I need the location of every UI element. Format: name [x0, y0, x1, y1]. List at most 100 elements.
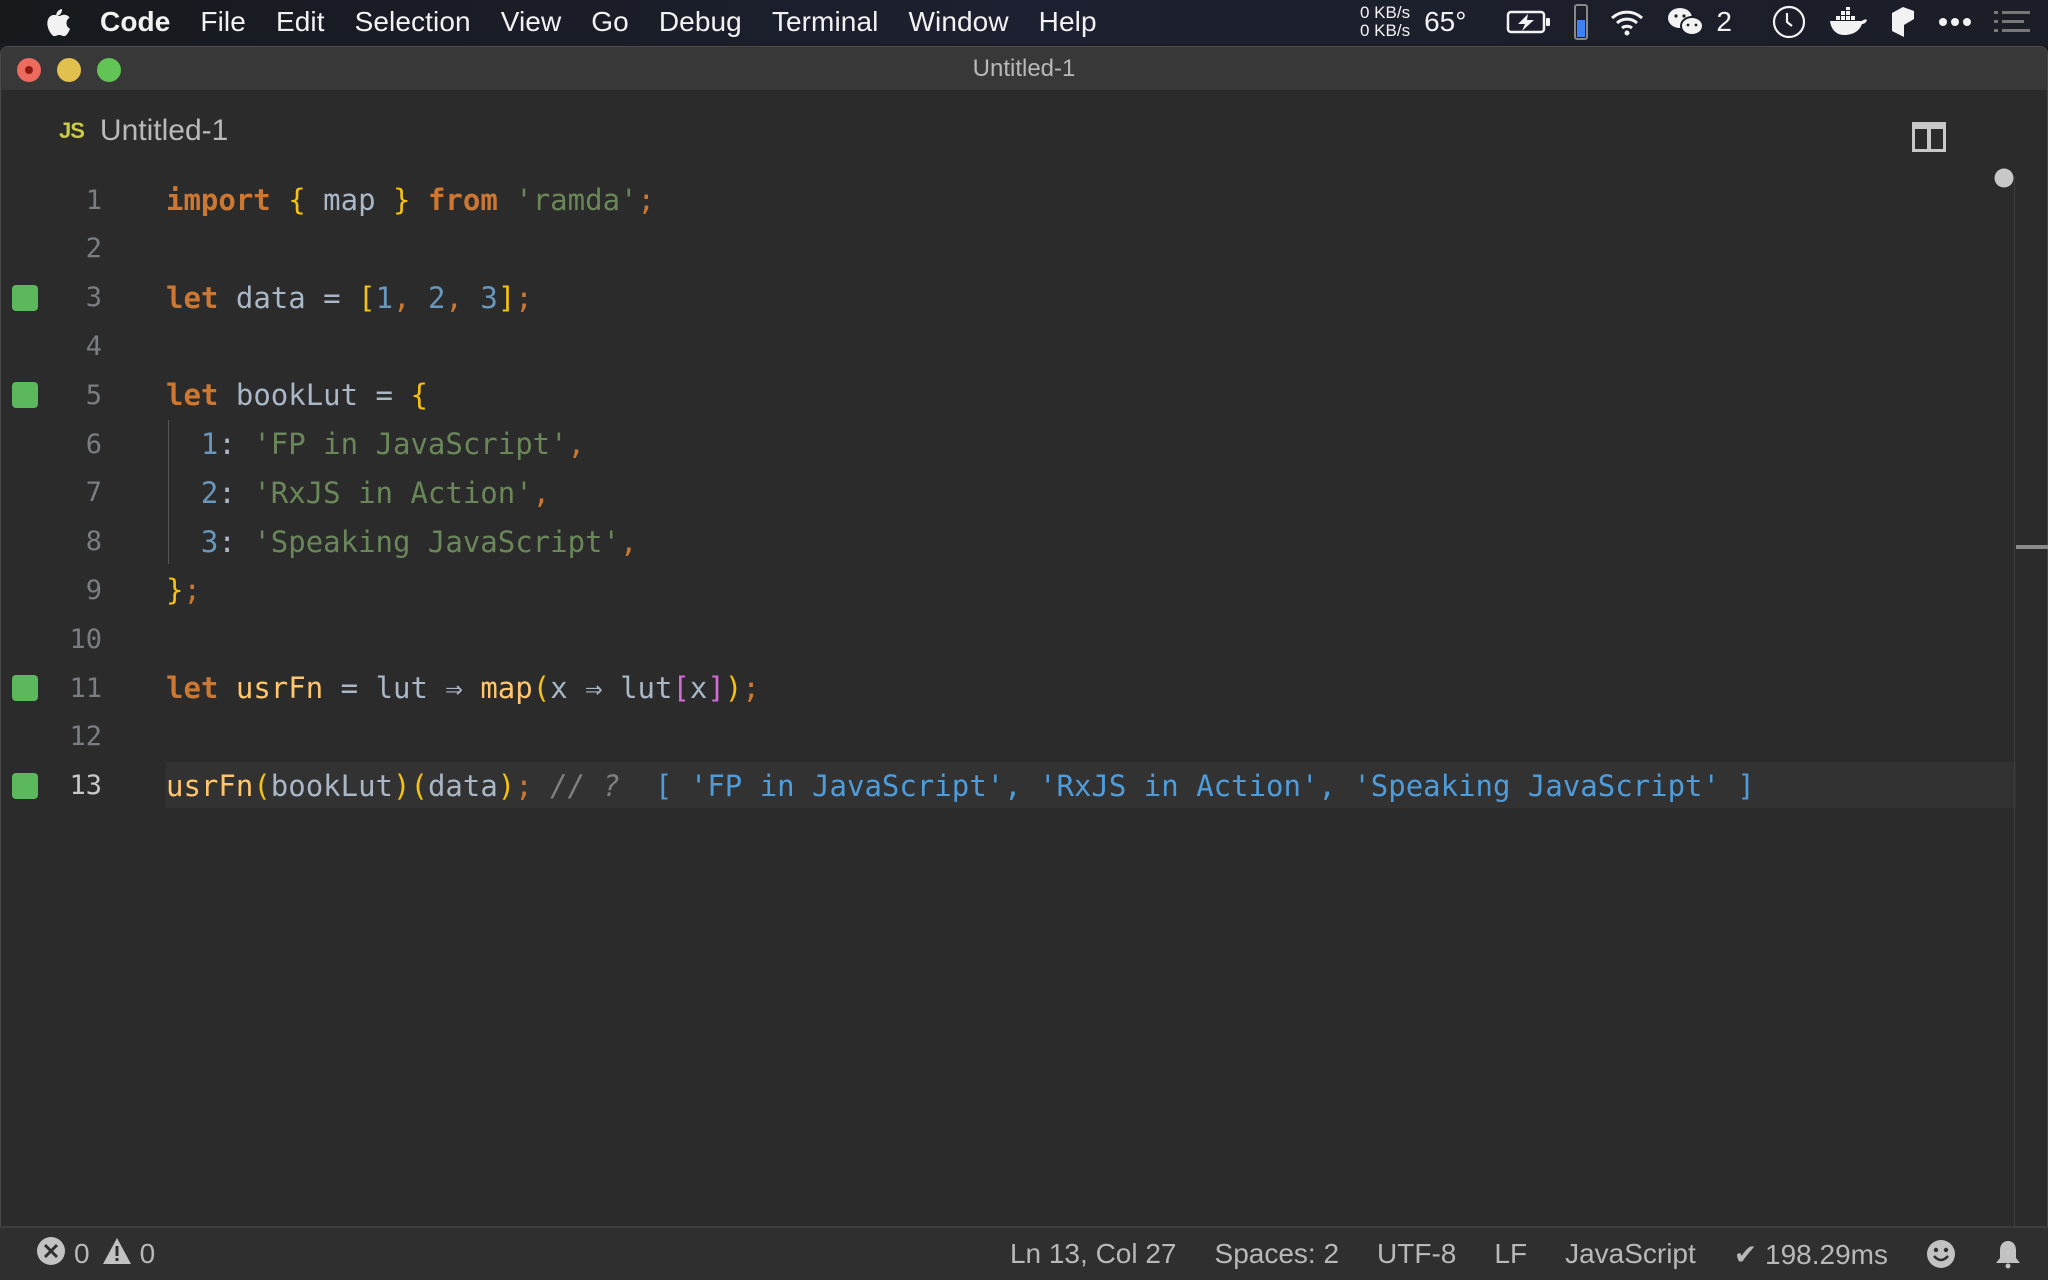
menu-help[interactable]: Help — [1039, 6, 1097, 38]
code-text[interactable]: 2: 'RxJS in Action', — [166, 476, 550, 510]
code-text[interactable]: usrFn(bookLut)(data); // ? [ 'FP in Java… — [166, 769, 1755, 803]
notification-list-icon[interactable] — [1994, 10, 2030, 34]
code-text[interactable]: 1: 'FP in JavaScript', — [166, 427, 585, 461]
file-encoding[interactable]: UTF-8 — [1377, 1238, 1456, 1270]
code-line[interactable]: 13 usrFn(bookLut)(data); // ? [ 'FP in Ja… — [0, 761, 2016, 810]
menu-debug[interactable]: Debug — [659, 6, 742, 38]
code-line[interactable]: 1 import { map } from 'ramda'; — [0, 176, 2016, 224]
line-number: 1 — [85, 184, 102, 216]
memory-gauge-icon[interactable] — [1574, 4, 1589, 40]
indentation-setting[interactable]: Spaces: 2 — [1215, 1238, 1340, 1270]
code-token: 'RxJS in Action' — [253, 475, 533, 510]
code-line[interactable]: 12 — [0, 713, 2016, 761]
code-token: bookLut — [270, 768, 393, 803]
code-token: ] — [707, 671, 725, 705]
battery-charging-icon[interactable] — [1506, 9, 1552, 35]
coverage-marker-icon[interactable] — [12, 772, 38, 799]
code-editor[interactable]: 1 import { map } from 'ramda'; 2 3 let data … — [0, 176, 2016, 1226]
code-token: , — [393, 280, 428, 315]
code-line[interactable]: 6 1: 'FP in JavaScript', — [0, 420, 2016, 468]
code-token: = — [305, 280, 359, 315]
menu-terminal[interactable]: Terminal — [772, 6, 879, 38]
code-token: ) — [724, 671, 743, 705]
code-token: let — [166, 671, 219, 705]
wechat-icon[interactable]: 2 — [1666, 6, 1732, 38]
code-text[interactable]: let bookLut = { — [166, 378, 428, 412]
code-token: 'ramda' — [515, 183, 638, 217]
network-speed[interactable]: 0 KB/s 0 KB/s — [1360, 4, 1410, 40]
code-text[interactable]: import { map } from 'ramda'; — [166, 183, 655, 217]
code-line[interactable]: 8 3: 'Speaking JavaScript', — [0, 518, 2016, 566]
code-text[interactable]: 3: 'Speaking JavaScript', — [166, 524, 638, 559]
code-line[interactable]: 11 let usrFn = lut ⇒ map(x ⇒ lut[x]); — [0, 664, 2016, 712]
code-token: ) — [497, 768, 516, 803]
code-text[interactable]: let usrFn = lut ⇒ map(x ⇒ lut[x]); — [166, 671, 760, 705]
menu-go[interactable]: Go — [591, 6, 629, 38]
code-line[interactable]: 4 — [0, 322, 2016, 370]
line-number: 13 — [69, 770, 102, 802]
code-token: } — [393, 183, 411, 217]
window-close-button[interactable] — [17, 58, 41, 82]
code-token: 3 — [480, 280, 498, 315]
code-line[interactable]: 3 let data = [1, 2, 3]; — [0, 274, 2016, 322]
end-of-line[interactable]: LF — [1494, 1238, 1527, 1270]
wifi-icon[interactable] — [1610, 8, 1644, 36]
docker-icon[interactable] — [1828, 7, 1868, 37]
apple-menu-icon[interactable] — [42, 5, 72, 39]
line-number: 3 — [85, 282, 102, 314]
coverage-marker-icon[interactable] — [12, 284, 38, 311]
net-download: 0 KB/s — [1359, 21, 1411, 40]
code-token: data — [235, 280, 306, 315]
code-line[interactable]: 5 let bookLut = { — [0, 371, 2016, 419]
menu-edit[interactable]: Edit — [276, 6, 325, 38]
window-minimize-button[interactable] — [57, 58, 81, 82]
code-token: ; — [515, 768, 533, 803]
menu-window[interactable]: Window — [908, 6, 1008, 38]
menu-selection[interactable]: Selection — [355, 6, 471, 38]
code-token: ; — [742, 671, 760, 705]
language-mode[interactable]: JavaScript — [1565, 1238, 1696, 1270]
code-line[interactable]: 9}; — [0, 566, 2016, 614]
window-titlebar[interactable]: Untitled-1 — [1, 47, 2047, 91]
coverage-marker-icon[interactable] — [12, 382, 38, 409]
code-line[interactable]: 10 — [0, 615, 2016, 663]
app-icon[interactable] — [1890, 5, 1916, 39]
window-maximize-button[interactable] — [97, 58, 121, 82]
split-editor-icon[interactable] — [1911, 121, 1947, 153]
more-icon[interactable] — [1938, 17, 1972, 27]
scrollbar-cursor-marker[interactable] — [2016, 545, 2048, 549]
code-token: [ — [358, 280, 376, 315]
code-text[interactable]: let data = [1, 2, 3]; — [166, 281, 533, 315]
code-token: bookLut — [235, 378, 359, 413]
code-token: lut — [375, 671, 428, 705]
traffic-lights — [17, 58, 137, 82]
code-line[interactable]: 7 2: 'RxJS in Action', — [0, 469, 2016, 517]
notifications-bell-icon[interactable] — [1994, 1239, 2022, 1269]
overview-ruler[interactable] — [2014, 176, 2015, 1226]
code-text[interactable]: }; — [166, 573, 201, 607]
cursor-position[interactable]: Ln 13, Col 27 — [1010, 1238, 1177, 1270]
code-token: 1 — [375, 280, 394, 315]
code-token: 3 — [200, 524, 219, 559]
window-title: Untitled-1 — [972, 54, 1076, 82]
editor-tab-bar: JS Untitled-1 — [1, 91, 2047, 177]
code-token: } — [166, 573, 184, 608]
code-token: : — [218, 524, 254, 559]
feedback-smiley-icon[interactable] — [1926, 1239, 1956, 1269]
code-line[interactable]: 2 — [0, 225, 2016, 273]
quokka-timing[interactable]: ✔ 198.29ms — [1734, 1238, 1888, 1271]
menu-view[interactable]: View — [501, 6, 562, 38]
menu-app-code[interactable]: Code — [100, 6, 170, 38]
code-token: ; — [637, 183, 655, 217]
coverage-marker-icon[interactable] — [12, 675, 38, 701]
wechat-unread-count: 2 — [1716, 6, 1732, 37]
problems-indicator[interactable]: 0 0 — [36, 1236, 167, 1273]
clock-icon[interactable] — [1772, 5, 1806, 39]
menu-file[interactable]: File — [200, 6, 246, 38]
code-token: , — [619, 524, 638, 559]
temperature-readout[interactable]: 65° — [1424, 6, 1466, 38]
tab-untitled-1[interactable]: JS Untitled-1 — [59, 111, 228, 151]
